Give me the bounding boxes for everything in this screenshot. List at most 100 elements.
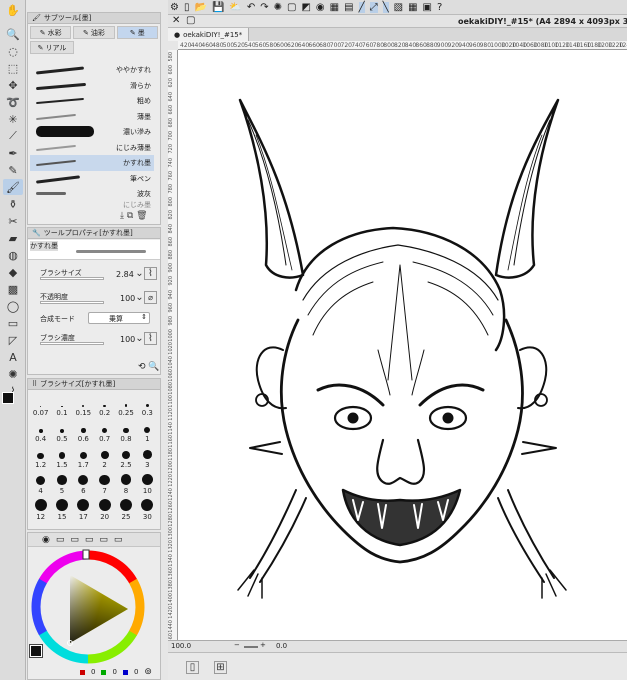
settings-circle-icon[interactable]: ⊚ xyxy=(144,667,152,677)
main-color-swatch[interactable] xyxy=(2,392,14,404)
brush-size-cell[interactable]: 0.1 xyxy=(51,393,72,417)
brush-size-cell[interactable]: 10 xyxy=(137,471,158,495)
brush-size-cell[interactable]: 17 xyxy=(73,497,94,521)
airbrush-icon[interactable]: ⚱ xyxy=(3,196,23,212)
clear-icon[interactable]: ▢ xyxy=(287,2,296,13)
brush-item-faded-ink[interactable]: かすれ墨 xyxy=(30,155,154,171)
brush-size-cell[interactable]: 0.25 xyxy=(115,393,136,417)
brush-item-slightly-faded[interactable]: ややかすれ xyxy=(30,62,154,78)
brush-size-value[interactable]: 2.84 xyxy=(116,270,134,279)
opacity-slider[interactable] xyxy=(40,301,104,304)
new-file-icon[interactable]: ▯ xyxy=(184,2,190,13)
close-icon[interactable]: ✕ xyxy=(172,15,180,26)
blend-icon[interactable]: ◍ xyxy=(3,247,23,263)
trash-icon[interactable]: 🗑 xyxy=(136,211,147,221)
loading-icon[interactable]: ✺ xyxy=(274,2,282,13)
brush-size-cell[interactable]: 30 xyxy=(137,497,158,521)
brush-item-rough[interactable]: 粗め xyxy=(30,93,154,109)
zoom-in-icon[interactable]: + xyxy=(260,641,266,649)
brush-size-cell[interactable]: 0.7 xyxy=(94,419,115,443)
tab-real[interactable]: ✎ リアル xyxy=(30,41,74,54)
snap-grid-icon[interactable]: ╲ xyxy=(382,2,389,13)
canvas-paper[interactable] xyxy=(178,50,627,640)
brush-size-cell[interactable]: 1 xyxy=(137,419,158,443)
brush-size-cell[interactable]: 0.5 xyxy=(51,419,72,443)
brush-size-cell[interactable]: 6 xyxy=(73,471,94,495)
brush-size-cell[interactable]: 4 xyxy=(30,471,51,495)
zoom-out-icon[interactable]: − xyxy=(234,641,240,649)
maximize-icon[interactable]: ▢ xyxy=(186,15,195,26)
redo-icon[interactable]: ↷ xyxy=(260,2,268,13)
brush-size-cell[interactable]: 0.2 xyxy=(94,393,115,417)
swatch-tab-icon[interactable]: ▭ xyxy=(56,535,65,545)
copy-icon[interactable]: ⧉ xyxy=(127,211,133,221)
tab-ink[interactable]: ✎ 墨 xyxy=(116,26,158,39)
figure-icon[interactable]: ◯ xyxy=(3,298,23,314)
hatch-icon[interactable]: ▧ xyxy=(394,2,403,13)
fill-icon[interactable]: ◩ xyxy=(301,2,310,13)
tab-oil[interactable]: ✎ 油彩 xyxy=(73,26,115,39)
brush-item-wave-ash[interactable]: 波灰 xyxy=(30,186,154,202)
brush-size-cell[interactable]: 8 xyxy=(115,471,136,495)
hue-handle[interactable] xyxy=(82,549,90,560)
brush-size-cell[interactable]: 2 xyxy=(94,445,115,469)
app-icon[interactable]: ⚙ xyxy=(170,2,179,13)
color-circle-tab-icon[interactable]: ◉ xyxy=(42,535,50,545)
brush-size-cell[interactable]: 1.5 xyxy=(51,445,72,469)
rotation-value[interactable]: 0.0 xyxy=(276,642,287,650)
brush-size-cell[interactable]: 0.4 xyxy=(30,419,51,443)
sliders-tab-icon[interactable]: ▭ xyxy=(85,535,94,545)
brush-icon[interactable]: 🖌 xyxy=(3,179,23,195)
cloud-icon[interactable]: ⛅ xyxy=(229,2,241,13)
crop-icon[interactable]: ▤ xyxy=(344,2,353,13)
reset-icon[interactable]: ⟲ xyxy=(138,362,146,372)
pencil-icon[interactable]: ✎ xyxy=(3,162,23,178)
help-icon[interactable]: ? xyxy=(437,2,442,13)
brush-item-partial[interactable]: にじみ墨 xyxy=(30,201,154,209)
brush-size-cell[interactable]: 20 xyxy=(94,497,115,521)
zoom-slider[interactable] xyxy=(244,646,258,648)
decoration-icon[interactable]: ✂ xyxy=(3,213,23,229)
gradient-icon[interactable]: ▩ xyxy=(3,281,23,297)
brush-size-cell[interactable]: 0.8 xyxy=(115,419,136,443)
brush-density-slider[interactable] xyxy=(40,342,104,345)
pressure-icon[interactable]: ⌇ xyxy=(144,267,157,280)
select-icon[interactable]: ◉ xyxy=(316,2,325,13)
brush-size-cell[interactable]: 15 xyxy=(51,497,72,521)
navigator-icon[interactable]: ▯ xyxy=(186,661,199,674)
history-tab-icon[interactable]: ▭ xyxy=(99,535,108,545)
download-icon[interactable]: ⤓ xyxy=(120,211,124,221)
magic-wand-icon[interactable]: ✳ xyxy=(3,111,23,127)
brush-size-cell[interactable]: 1.7 xyxy=(73,445,94,469)
no-pressure-icon[interactable]: ⌀ xyxy=(144,291,157,304)
brush-size-cell[interactable]: 2.5 xyxy=(115,445,136,469)
deselect-icon[interactable]: ▦ xyxy=(330,2,339,13)
snap-ruler-icon[interactable]: ╱ xyxy=(358,2,365,13)
grid-toggle-icon[interactable]: ⊞ xyxy=(214,661,227,674)
text-icon[interactable]: A xyxy=(3,349,23,365)
frame-icon[interactable]: ▭ xyxy=(3,315,23,331)
balloon-icon[interactable]: ✺ xyxy=(3,366,23,382)
brush-size-cell[interactable]: 0.07 xyxy=(30,393,51,417)
document-tab[interactable]: ● oekakiDIY!_#15* xyxy=(168,28,250,41)
move-icon[interactable]: ✥ xyxy=(3,77,23,93)
save-icon[interactable]: 💾 xyxy=(212,2,224,13)
hand-icon[interactable]: ✋ xyxy=(3,2,23,18)
brush-size-cell[interactable]: 12 xyxy=(30,497,51,521)
brush-size-cell[interactable]: 0.6 xyxy=(73,419,94,443)
brush-size-cell[interactable]: 25 xyxy=(115,497,136,521)
blend-mode-select[interactable]: 乗算 ⇕ xyxy=(88,312,150,324)
brush-size-cell[interactable]: 0.15 xyxy=(73,393,94,417)
fill-icon[interactable]: ◆ xyxy=(3,264,23,280)
grid-icon[interactable]: ▦ xyxy=(408,2,417,13)
snap-special-icon[interactable]: ⤢ xyxy=(369,2,378,13)
lasso-icon[interactable]: ➰ xyxy=(3,94,23,110)
brush-size-slider[interactable] xyxy=(40,277,104,280)
lasso-select-icon[interactable]: ◌ xyxy=(3,43,23,59)
ruler-icon[interactable]: ◸ xyxy=(3,332,23,348)
zoom-value[interactable]: 100.0 xyxy=(171,642,191,650)
eyedropper-icon[interactable]: ⟋ xyxy=(3,128,23,144)
brush-size-cell[interactable]: 5 xyxy=(51,471,72,495)
eraser-icon[interactable]: ▰ xyxy=(3,230,23,246)
undo-icon[interactable]: ↶ xyxy=(247,2,255,13)
